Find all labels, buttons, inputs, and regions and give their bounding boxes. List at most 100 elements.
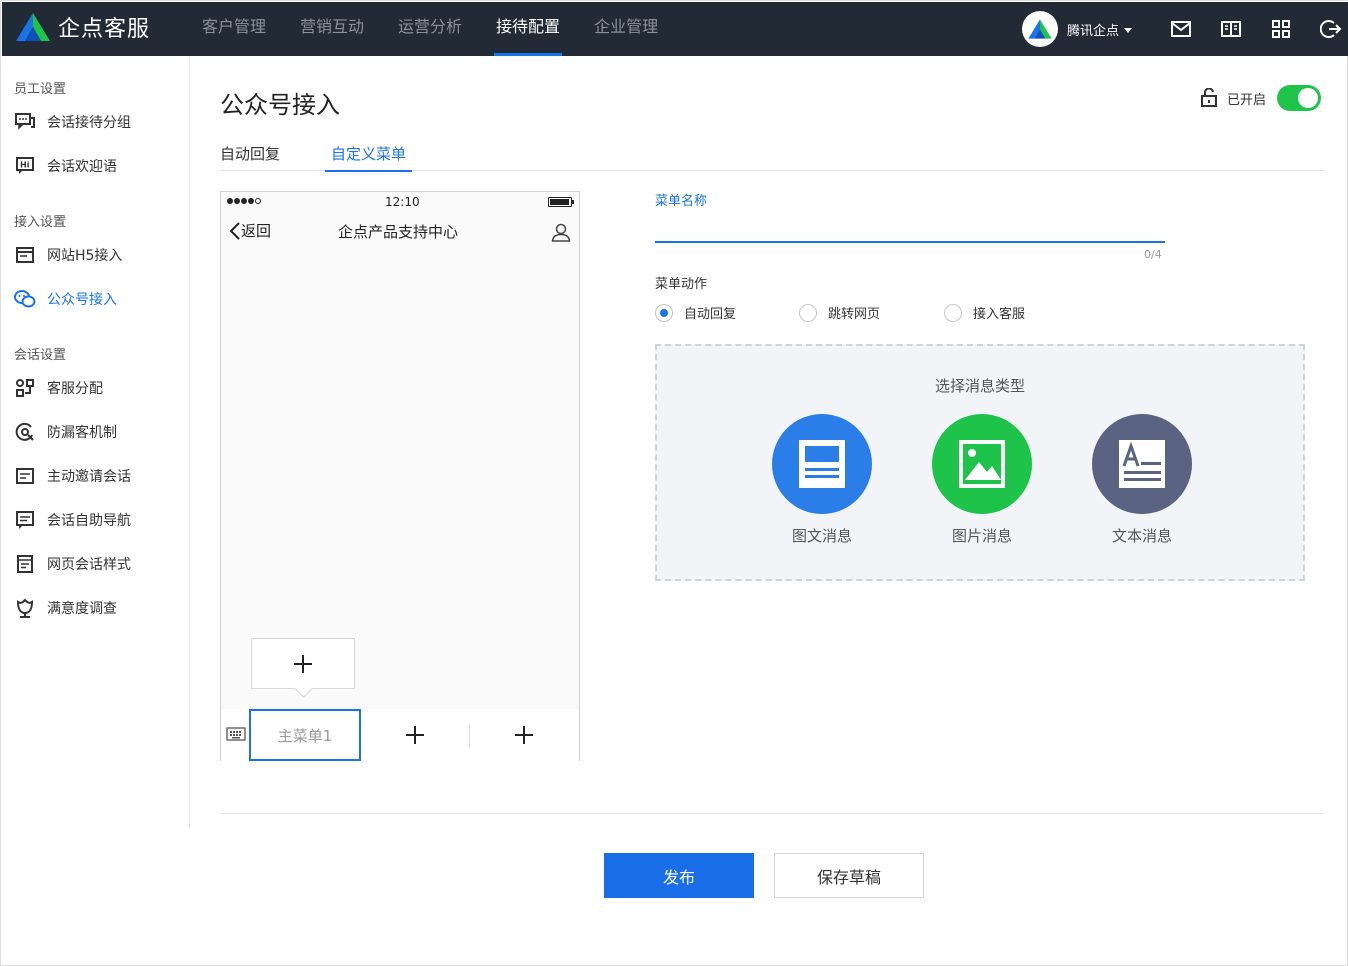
plus-icon bbox=[406, 726, 424, 744]
sidebar-item-invite[interactable]: 主动邀请会话 bbox=[14, 464, 131, 488]
leak-prevent-icon bbox=[14, 421, 36, 443]
sidebar-item-satisfaction[interactable]: 满意度调查 bbox=[14, 596, 117, 620]
chevron-down-icon bbox=[1124, 28, 1132, 33]
radio-connect-agent[interactable]: 接入客服 bbox=[944, 303, 1025, 322]
satisfaction-icon bbox=[14, 597, 36, 619]
keyboard-icon bbox=[226, 726, 246, 742]
add-submenu-button[interactable] bbox=[251, 638, 355, 689]
user-profile-icon bbox=[551, 222, 571, 242]
page-style-icon bbox=[14, 553, 36, 575]
message-type-title: 选择消息类型 bbox=[657, 375, 1303, 396]
radio-label: 接入客服 bbox=[973, 303, 1025, 322]
sidebar-item-label: 会话接待分组 bbox=[47, 112, 131, 132]
nav-enterprise[interactable]: 企业管理 bbox=[594, 2, 658, 56]
phone-header: 返回 企点产品支持中心 bbox=[221, 212, 579, 250]
app-logo[interactable]: 企点客服 bbox=[14, 11, 150, 43]
plus-icon bbox=[294, 655, 312, 673]
msg-type-text[interactable]: 文本消息 bbox=[1087, 414, 1197, 546]
publish-button[interactable]: 发布 bbox=[604, 853, 754, 898]
nav-reception-config[interactable]: 接待配置 bbox=[496, 2, 560, 56]
sidebar-item-welcome[interactable]: Hi 会话欢迎语 bbox=[14, 154, 117, 178]
phone-title: 企点产品支持中心 bbox=[338, 221, 458, 242]
tab-auto-reply[interactable]: 自动回复 bbox=[220, 143, 280, 172]
msg-type-image[interactable]: 图片消息 bbox=[927, 414, 1037, 546]
hi-chat-icon: Hi bbox=[14, 155, 36, 177]
menu-name-label: 菜单名称 bbox=[655, 190, 707, 209]
msg-type-label: 图片消息 bbox=[927, 525, 1037, 546]
main-menu-1[interactable]: 主菜单1 bbox=[249, 709, 361, 761]
logo-icon bbox=[14, 11, 52, 43]
svg-text:Hi: Hi bbox=[20, 161, 30, 170]
sidebar-item-leak-prevention[interactable]: 防漏客机制 bbox=[14, 420, 117, 444]
phone-time: 12:10 bbox=[385, 195, 420, 209]
chat-group-icon bbox=[14, 111, 36, 133]
sidebar-item-label: 客服分配 bbox=[47, 378, 103, 398]
tab-bar: 自动回复 自定义菜单 bbox=[220, 141, 1325, 171]
message-type-panel: 选择消息类型 图文消息 图片消息 文本消息 bbox=[655, 344, 1305, 581]
menu-name-input[interactable] bbox=[655, 211, 1165, 241]
battery-icon bbox=[548, 197, 572, 207]
image-icon bbox=[932, 414, 1032, 514]
sidebar-item-chat-group[interactable]: 会话接待分组 bbox=[14, 110, 131, 134]
footer-divider bbox=[220, 813, 1325, 814]
status-label: 已开启 bbox=[1227, 89, 1266, 108]
nav-customer[interactable]: 客户管理 bbox=[202, 2, 266, 56]
article-icon bbox=[772, 414, 872, 514]
tab-custom-menu[interactable]: 自定义菜单 bbox=[325, 143, 412, 172]
web-window-icon bbox=[14, 244, 36, 266]
menu-name-underline bbox=[655, 241, 1165, 243]
sidebar-item-label: 公众号接入 bbox=[47, 289, 117, 309]
sidebar-item-label: 防漏客机制 bbox=[47, 422, 117, 442]
radio-auto-reply[interactable]: 自动回复 bbox=[655, 303, 736, 322]
user-name: 腾讯企点 bbox=[1067, 20, 1119, 39]
avatar-logo-icon bbox=[1027, 18, 1053, 40]
nav-analytics[interactable]: 运营分析 bbox=[398, 2, 462, 56]
nav-marketing[interactable]: 营销互动 bbox=[300, 2, 364, 56]
book-icon[interactable] bbox=[1220, 18, 1242, 40]
phone-back-label: 返回 bbox=[241, 220, 271, 241]
wechat-icon bbox=[14, 288, 36, 310]
sidebar-item-self-navigation[interactable]: 会话自助导航 bbox=[14, 508, 131, 532]
radio-jump-web[interactable]: 跳转网页 bbox=[799, 303, 880, 322]
status-toggle-group: 已开启 bbox=[1200, 85, 1321, 111]
sidebar-item-label: 会话欢迎语 bbox=[47, 156, 117, 176]
page-title: 公众号接入 bbox=[220, 85, 340, 120]
radio-label: 跳转网页 bbox=[828, 303, 880, 322]
main-nav: 客户管理 营销互动 运营分析 接待配置 企业管理 bbox=[202, 2, 692, 56]
char-counter: 0/4 bbox=[1144, 248, 1162, 261]
invite-icon bbox=[14, 465, 36, 487]
unlock-icon bbox=[1200, 88, 1218, 108]
radio-label: 自动回复 bbox=[684, 303, 736, 322]
top-navbar: 企点客服 客户管理 营销互动 运营分析 接待配置 企业管理 腾讯企点 bbox=[2, 2, 1348, 56]
app-frame: 企点客服 客户管理 营销互动 运营分析 接待配置 企业管理 腾讯企点 bbox=[0, 0, 1348, 966]
save-draft-button[interactable]: 保存草稿 bbox=[774, 853, 924, 898]
sidebar-item-web-h5[interactable]: 网站H5接入 bbox=[14, 243, 122, 267]
navigation-icon bbox=[14, 509, 36, 531]
phone-preview: 12:10 返回 企点产品支持中心 主菜单1 bbox=[220, 191, 580, 761]
add-menu-button-2[interactable] bbox=[361, 709, 469, 761]
apps-grid-icon[interactable] bbox=[1270, 18, 1292, 40]
radio-dot bbox=[799, 304, 817, 322]
enable-toggle[interactable] bbox=[1277, 85, 1321, 111]
plus-icon bbox=[515, 726, 533, 744]
sidebar-item-label: 主动邀请会话 bbox=[47, 466, 131, 486]
avatar bbox=[1022, 11, 1058, 47]
user-menu[interactable]: 腾讯企点 bbox=[1022, 11, 1132, 47]
app-name: 企点客服 bbox=[58, 11, 150, 43]
mail-icon[interactable] bbox=[1170, 18, 1192, 40]
text-icon bbox=[1092, 414, 1192, 514]
sidebar: 员工设置 会话接待分组 Hi 会话欢迎语 接入设置 网站H5接入 公众号接入 bbox=[2, 56, 190, 828]
msg-type-article[interactable]: 图文消息 bbox=[767, 414, 877, 546]
radio-dot bbox=[655, 304, 673, 322]
sidebar-item-wechat-official[interactable]: 公众号接入 bbox=[14, 287, 117, 311]
sidebar-group-access: 接入设置 bbox=[14, 211, 66, 230]
sidebar-item-page-style[interactable]: 网页会话样式 bbox=[14, 552, 131, 576]
phone-statusbar: 12:10 bbox=[221, 192, 579, 212]
sidebar-group-session: 会话设置 bbox=[14, 344, 66, 363]
menu-action-label: 菜单动作 bbox=[655, 273, 707, 292]
sidebar-group-staff: 员工设置 bbox=[14, 78, 66, 97]
sidebar-item-distribution[interactable]: 客服分配 bbox=[14, 376, 103, 400]
phone-menu-bar: 主菜单1 bbox=[221, 709, 579, 761]
logout-icon[interactable] bbox=[1320, 18, 1342, 40]
add-menu-button-3[interactable] bbox=[470, 709, 578, 761]
